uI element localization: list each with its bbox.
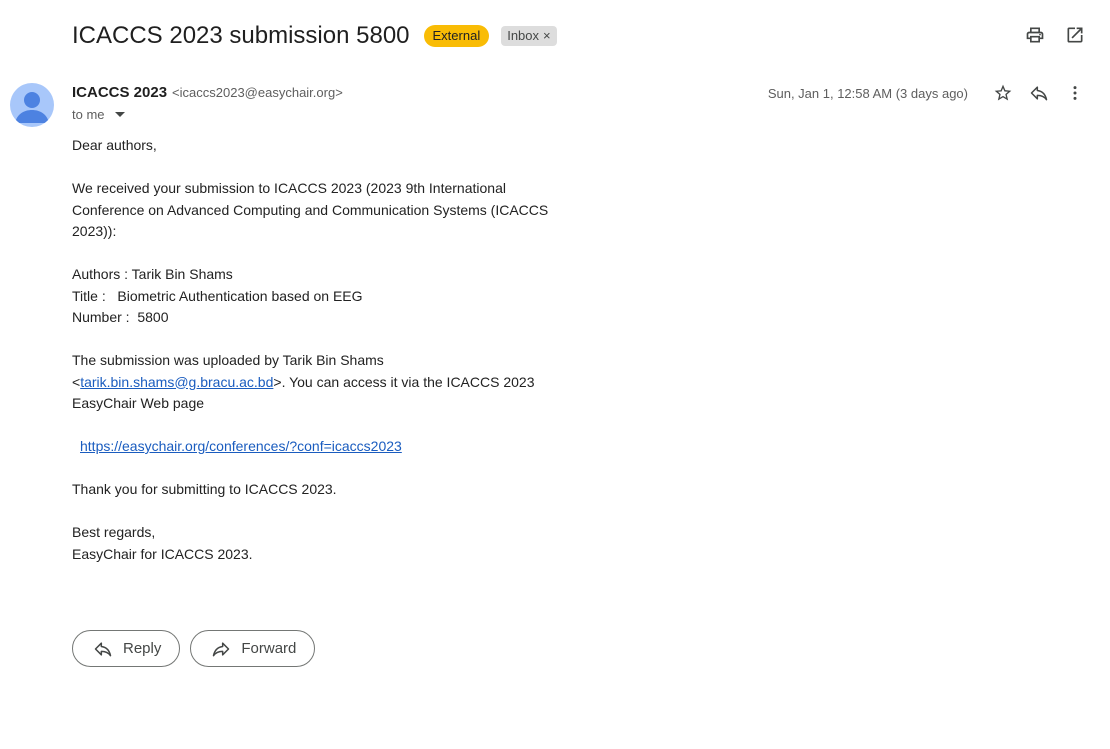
forward-label: Forward: [241, 640, 297, 657]
message-actions: Reply Forward: [72, 630, 316, 667]
recipients-toggle[interactable]: to me: [72, 107, 125, 122]
submission-details: Authors : Tarik Bin Shams Title : Biomet…: [72, 264, 572, 329]
reply-icon[interactable]: [1028, 82, 1050, 104]
easychair-link[interactable]: https://easychair.org/conferences/?conf=…: [80, 438, 402, 454]
regards-line: Best regards,: [72, 524, 156, 540]
signoff: Best regards, EasyChair for ICACCS 2023.: [72, 522, 572, 565]
more-vert-icon[interactable]: [1064, 82, 1086, 104]
sender-email: <icaccs2023@easychair.org>: [172, 85, 343, 100]
email-subject: ICACCS 2023 submission 5800: [72, 22, 410, 49]
sender-info: ICACCS 2023 <icaccs2023@easychair.org>: [72, 84, 343, 101]
greeting: Dear authors,: [72, 137, 157, 153]
number-line: Number : 5800: [72, 309, 169, 325]
subject-bar: ICACCS 2023 submission 5800 External Inb…: [72, 20, 557, 52]
inbox-label-text: Inbox: [507, 28, 540, 43]
reply-icon: [94, 641, 112, 656]
top-toolbar: [1024, 24, 1086, 46]
intro-paragraph: We received your submission to ICACCS 20…: [72, 180, 549, 239]
reply-label: Reply: [123, 640, 162, 657]
message-date: Sun, Jan 1, 12:58 AM (3 days ago): [767, 85, 968, 101]
print-icon[interactable]: [1024, 24, 1046, 46]
reply-button[interactable]: Reply: [72, 630, 181, 667]
recipients-text: to me: [72, 107, 105, 122]
sender-name[interactable]: ICACCS 2023: [72, 84, 167, 101]
inbox-label-chip[interactable]: Inbox ×: [501, 26, 557, 46]
title-line: Title : Biometric Authentication based o…: [72, 287, 363, 304]
message-body: Dear authors, We received your submissio…: [72, 135, 572, 587]
open-in-new-window-icon[interactable]: [1064, 24, 1086, 46]
message-meta: Sun, Jan 1, 12:58 AM (3 days ago): [768, 82, 1086, 104]
signature-line: EasyChair for ICACCS 2023.: [72, 545, 253, 562]
chevron-down-icon[interactable]: [114, 112, 125, 117]
authors-line: Authors : Tarik Bin Shams: [72, 266, 233, 282]
forward-icon: [213, 641, 230, 656]
link-paragraph: https://easychair.org/conferences/?conf=…: [72, 436, 572, 458]
uploader-email-link[interactable]: tarik.bin.shams@g.bracu.ac.bd: [80, 374, 273, 390]
person-avatar-icon[interactable]: [10, 83, 54, 127]
upload-paragraph: The submission was uploaded by Tarik Bin…: [72, 350, 572, 415]
star-icon[interactable]: [992, 82, 1014, 104]
external-label-chip: External: [423, 25, 490, 47]
forward-button[interactable]: Forward: [190, 630, 316, 667]
remove-label-icon[interactable]: ×: [543, 28, 551, 44]
thanks-line: Thank you for submitting to ICACCS 2023.: [72, 481, 337, 497]
